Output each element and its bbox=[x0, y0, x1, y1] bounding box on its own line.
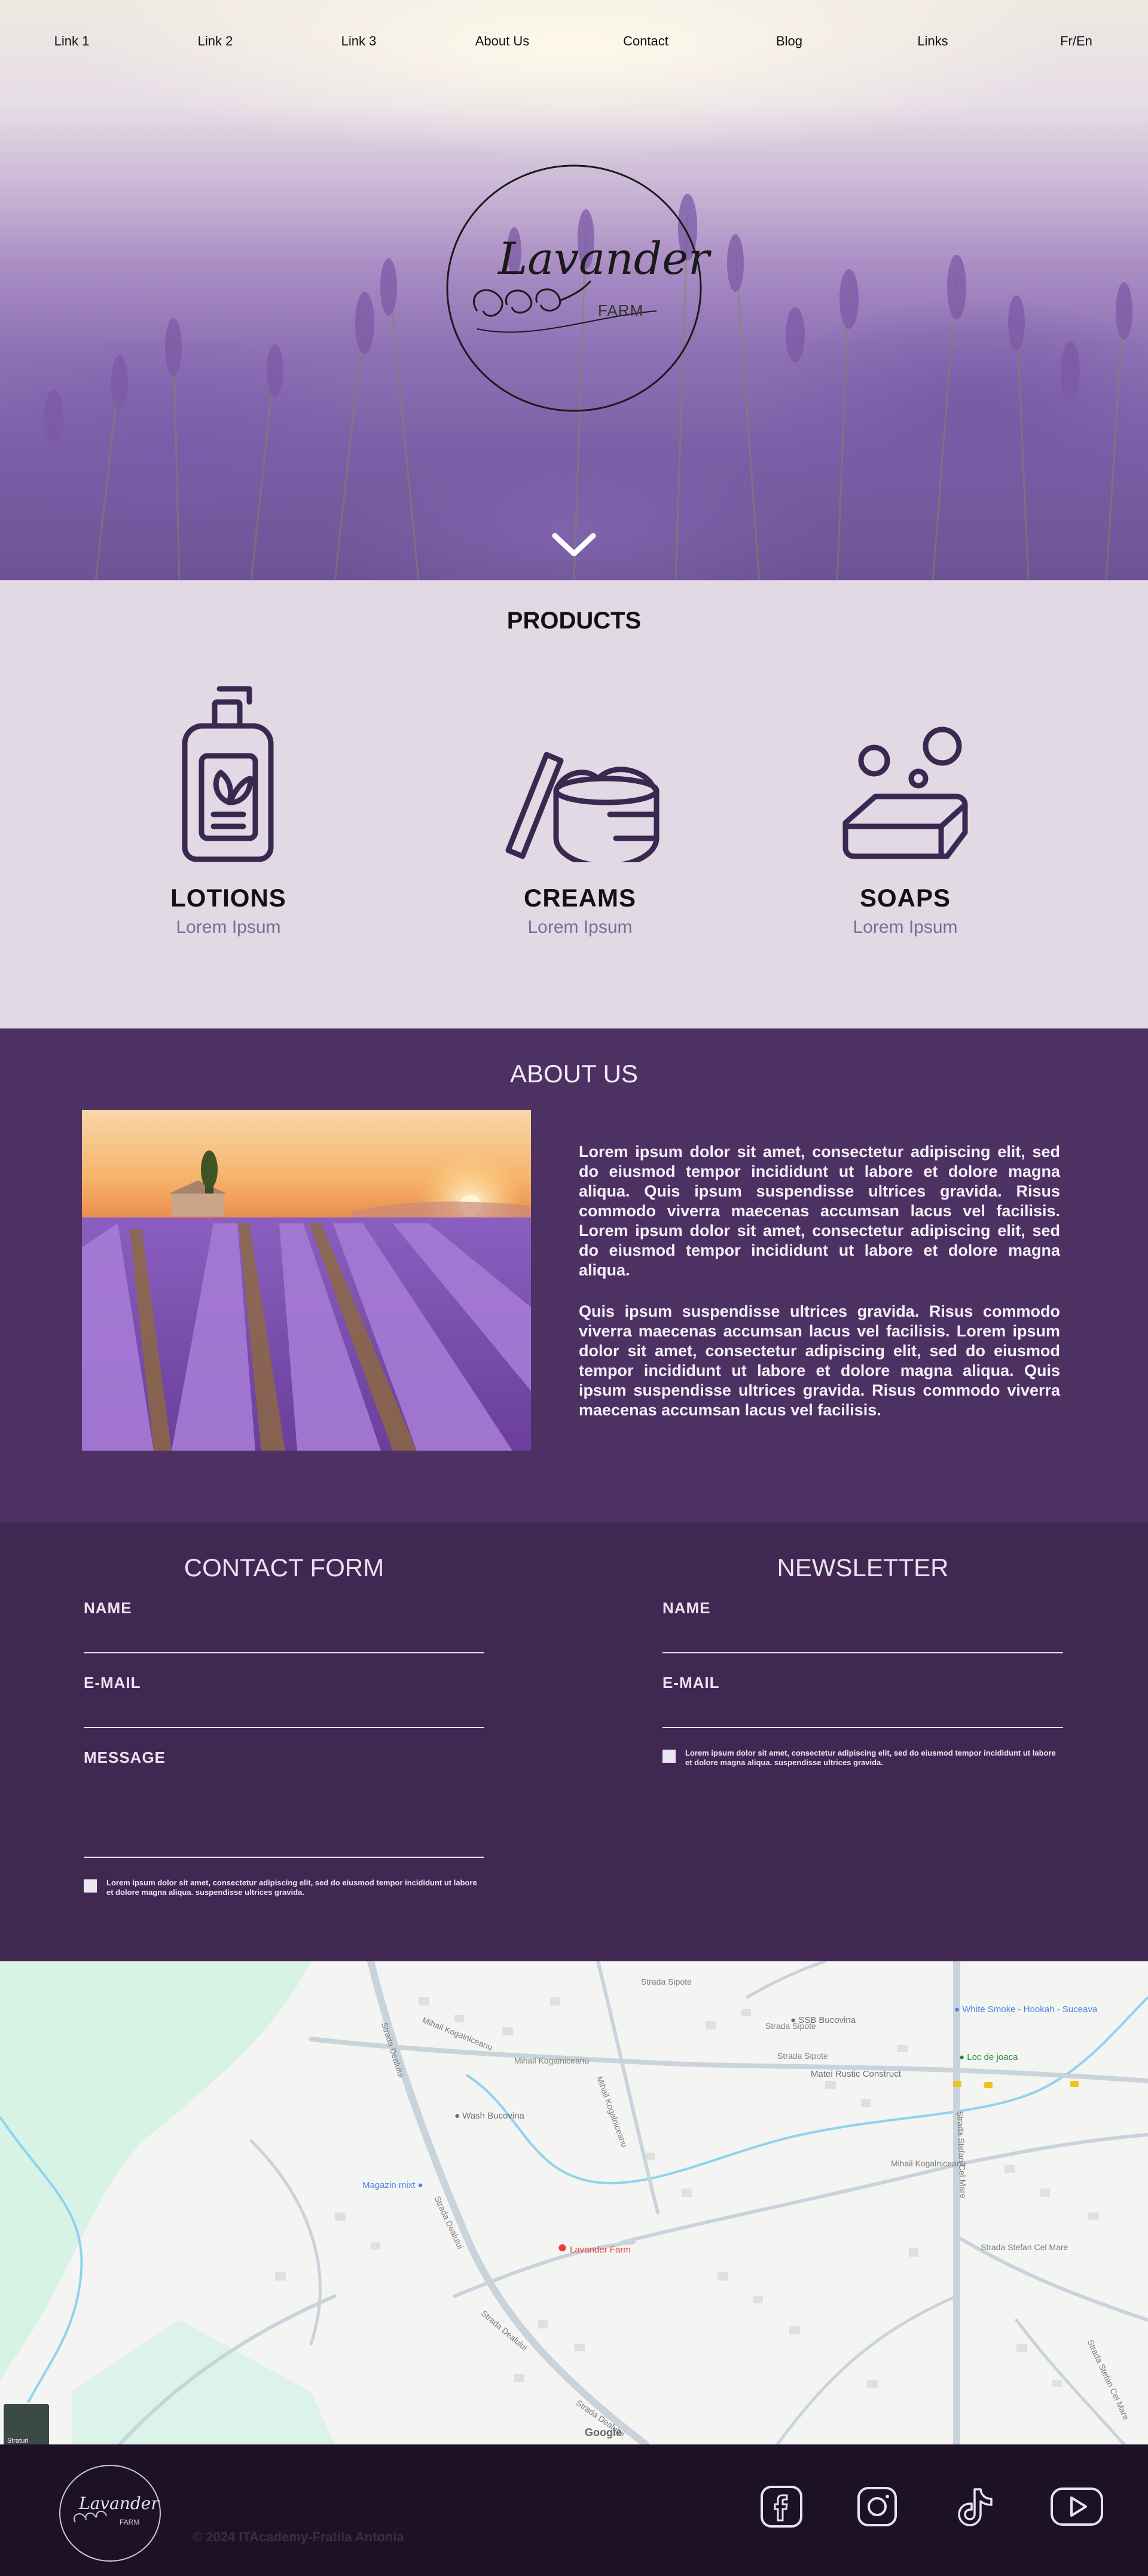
nav-link-3[interactable]: Link 3 bbox=[287, 33, 430, 49]
contact-email-label: E-MAIL bbox=[84, 1674, 141, 1692]
about-text: Lorem ipsum dolor sit amet, consectetur … bbox=[579, 1142, 1060, 1420]
products-section: PRODUCTS LOTIONS Lorem Ipsum CREAMS Lore… bbox=[0, 581, 1148, 1028]
newsletter-consent-checkbox[interactable] bbox=[662, 1750, 676, 1763]
newsletter-consent-text: Lorem ipsum dolor sit amet, consectetur … bbox=[685, 1748, 1056, 1767]
nav-link-1[interactable]: Link 1 bbox=[0, 33, 144, 49]
street-label: Mihail Kogalniceanu bbox=[891, 2159, 966, 2168]
contact-consent-checkbox[interactable] bbox=[84, 1879, 97, 1893]
facebook-icon[interactable] bbox=[755, 2483, 808, 2531]
chevron-down-icon[interactable] bbox=[551, 531, 597, 558]
about-section: ABOUT US Lorem ipsum dolor sit amet, con… bbox=[0, 1028, 1148, 1522]
logo-title: Lavander bbox=[498, 233, 710, 285]
hero-section: Link 1 Link 2 Link 3 About Us Contact Bl… bbox=[0, 0, 1148, 581]
about-paragraph-2: Quis ipsum suspendisse ultrices gravida.… bbox=[579, 1302, 1060, 1419]
newsletter-title: NEWSLETTER bbox=[777, 1553, 949, 1582]
product-card-soaps[interactable]: SOAPS Lorem Ipsum bbox=[780, 671, 1031, 938]
street-label: Strada Stefan Cel Mare bbox=[981, 2242, 1068, 2252]
newsletter-name-label: NAME bbox=[662, 1599, 711, 1617]
youtube-icon[interactable] bbox=[1050, 2483, 1104, 2531]
map-place-magazin[interactable]: Magazin mixt ● bbox=[362, 2180, 423, 2190]
product-name-lotions: LOTIONS bbox=[170, 884, 286, 912]
instagram-icon[interactable] bbox=[850, 2483, 904, 2531]
footer-copyright: © 2024 ITAcademy-Fratila Antonia bbox=[193, 2529, 404, 2544]
top-navigation: Link 1 Link 2 Link 3 About Us Contact Bl… bbox=[0, 33, 1148, 49]
newsletter-email-field[interactable] bbox=[662, 1727, 1063, 1728]
street-label: Mihail Kogalniceanu bbox=[514, 2056, 590, 2065]
contact-consent-text: Lorem ipsum dolor sit amet, consectetur … bbox=[106, 1878, 477, 1897]
newsletter-form: NEWSLETTER NAME E-MAIL Lorem ipsum dolor… bbox=[662, 1553, 1063, 1768]
google-logo: Google bbox=[585, 2427, 622, 2438]
about-title: ABOUT US bbox=[510, 1060, 638, 1088]
footer-logo[interactable]: Lavander FARM bbox=[57, 2462, 163, 2564]
footer-logo-title: Lavander bbox=[78, 2493, 160, 2513]
map-graphic[interactable] bbox=[0, 1961, 1148, 2444]
contact-name-label: NAME bbox=[84, 1599, 132, 1617]
product-card-lotions[interactable]: LOTIONS Lorem Ipsum bbox=[103, 671, 354, 938]
forms-section: CONTACT FORM NAME E-MAIL MESSAGE Lorem i… bbox=[0, 1522, 1148, 1961]
nav-language-toggle[interactable]: Fr/En bbox=[1004, 33, 1148, 49]
product-subtitle-lotions: Lorem Ipsum bbox=[176, 917, 281, 937]
map-layers-button[interactable]: Straturi bbox=[2, 2403, 50, 2444]
nav-link-about-us[interactable]: About Us bbox=[430, 33, 574, 49]
product-subtitle-creams: Lorem Ipsum bbox=[527, 917, 633, 937]
product-subtitle-soaps: Lorem Ipsum bbox=[853, 917, 958, 937]
product-name-soaps: SOAPS bbox=[859, 884, 951, 912]
products-title: PRODUCTS bbox=[506, 608, 642, 634]
about-paragraph-1: Lorem ipsum dolor sit amet, consectetur … bbox=[579, 1143, 1060, 1279]
map-place-loc-joaca[interactable]: ● Loc de joaca bbox=[959, 2052, 1018, 2062]
contact-name-field[interactable] bbox=[84, 1652, 484, 1653]
nav-link-contact[interactable]: Contact bbox=[574, 33, 718, 49]
logo-subtitle: FARM bbox=[598, 301, 644, 319]
soap-bar-icon bbox=[842, 727, 968, 859]
tiktok-icon[interactable] bbox=[948, 2483, 1002, 2531]
contact-consent: Lorem ipsum dolor sit amet, consectetur … bbox=[84, 1878, 484, 1897]
map-place-ssb[interactable]: ● SSB Bucovina bbox=[790, 2015, 856, 2025]
logo-circle-graphic bbox=[446, 164, 702, 412]
product-card-creams[interactable]: CREAMS Lorem Ipsum bbox=[454, 671, 706, 938]
contact-message-label: MESSAGE bbox=[84, 1748, 166, 1766]
hero-logo: Lavander FARM bbox=[441, 161, 710, 419]
map-section[interactable]: Strada Sipote Strada Sipote Strada Dealu… bbox=[0, 1961, 1148, 2444]
nav-link-blog[interactable]: Blog bbox=[718, 33, 861, 49]
nav-link-2[interactable]: Link 2 bbox=[144, 33, 287, 49]
street-label: Strada Sipote bbox=[777, 2051, 828, 2061]
footer: Lavander FARM © 2024 ITAcademy-Fratila A… bbox=[0, 2444, 1148, 2576]
newsletter-email-label: E-MAIL bbox=[662, 1674, 720, 1692]
cream-jar-icon bbox=[505, 752, 660, 862]
newsletter-name-field[interactable] bbox=[662, 1652, 1063, 1653]
map-place-matei[interactable]: Matei Rustic Construct bbox=[811, 2069, 901, 2079]
nav-link-links[interactable]: Links bbox=[861, 33, 1004, 49]
contact-form-title: CONTACT FORM bbox=[184, 1553, 384, 1582]
street-label: Strada Sipote bbox=[641, 1977, 692, 1986]
lavender-field-photo bbox=[82, 1110, 531, 1451]
lotion-bottle-icon bbox=[182, 686, 274, 862]
newsletter-consent: Lorem ipsum dolor sit amet, consectetur … bbox=[662, 1748, 1063, 1768]
contact-message-field[interactable] bbox=[84, 1857, 484, 1858]
product-name-creams: CREAMS bbox=[523, 884, 636, 912]
footer-logo-subtitle: FARM bbox=[120, 2518, 139, 2526]
contact-email-field[interactable] bbox=[84, 1727, 484, 1728]
contact-form: CONTACT FORM NAME E-MAIL MESSAGE Lorem i… bbox=[84, 1553, 484, 1897]
map-place-white-smoke[interactable]: ● White Smoke - Hookah - Suceava bbox=[954, 2004, 1097, 2015]
map-place-wash[interactable]: ● Wash Bucovina bbox=[454, 2111, 524, 2121]
map-pin-lavander-farm[interactable]: ● Lavander Farm bbox=[557, 2238, 631, 2257]
